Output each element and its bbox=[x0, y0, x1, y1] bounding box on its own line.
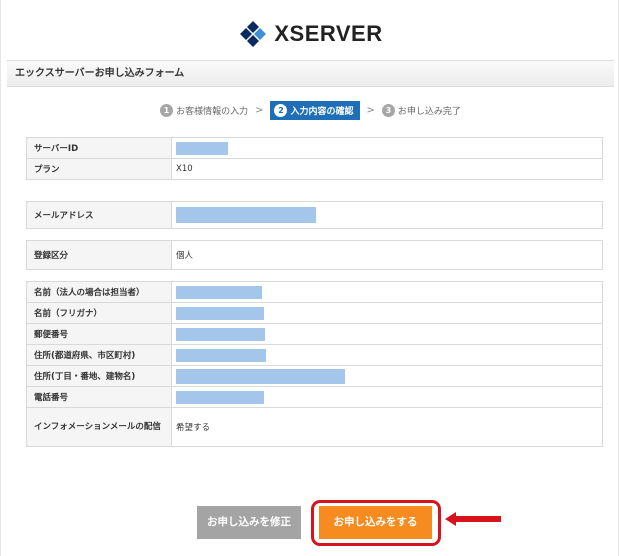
table-row: プラン X10 bbox=[26, 158, 603, 180]
annotation-arrow-icon bbox=[445, 512, 501, 526]
modify-application-button[interactable]: お申し込みを修正 bbox=[197, 506, 301, 539]
field-label: 名前（法人の場合は担当者） bbox=[26, 281, 172, 303]
field-label: 住所(丁目・番地、建物名) bbox=[26, 365, 172, 387]
server-info-table: サーバーID プラン X10 bbox=[26, 137, 603, 180]
redacted-value bbox=[176, 390, 264, 404]
form-title: エックスサーバーお申し込みフォーム bbox=[7, 60, 614, 87]
step-complete: 3 お申し込み完了 bbox=[381, 103, 461, 117]
step-label: 入力内容の確認 bbox=[290, 106, 354, 117]
field-label: 電話番号 bbox=[26, 386, 172, 408]
diamond-cluster-icon bbox=[240, 21, 267, 47]
table-row: 郵便番号 bbox=[26, 323, 603, 345]
field-value bbox=[171, 281, 603, 303]
field-value bbox=[171, 386, 603, 408]
field-label: 郵便番号 bbox=[26, 323, 172, 345]
table-row: 登録区分 個人 bbox=[26, 240, 603, 270]
step-label: お客様情報の入力 bbox=[176, 106, 249, 117]
field-label: 登録区分 bbox=[26, 240, 172, 270]
field-value bbox=[171, 344, 603, 366]
logo-text: XSERVER bbox=[274, 21, 383, 46]
chevron-right-icon: > bbox=[366, 104, 375, 116]
field-value bbox=[171, 365, 603, 387]
table-row: 住所(丁目・番地、建物名) bbox=[26, 365, 603, 387]
action-buttons: お申し込みを修正 お申し込みをする bbox=[1, 500, 619, 546]
redacted-value bbox=[176, 327, 265, 341]
application-page: XSERVER エックスサーバーお申し込みフォーム 1 お客様情報の入力 > 2… bbox=[0, 0, 619, 556]
submit-application-button[interactable]: お申し込みをする bbox=[319, 506, 432, 539]
contact-info-table: 名前（法人の場合は担当者） 名前（フリガナ） 郵便番号 住所(都道府県、市区町村… bbox=[26, 281, 603, 447]
field-label: サーバーID bbox=[26, 137, 172, 159]
field-value bbox=[171, 201, 603, 229]
step-number: 1 bbox=[160, 103, 174, 117]
table-row: 名前（フリガナ） bbox=[26, 302, 603, 324]
table-row: 名前（法人の場合は担当者） bbox=[26, 281, 603, 303]
step-number: 3 bbox=[381, 103, 395, 117]
redacted-value bbox=[176, 207, 316, 223]
redacted-value bbox=[176, 141, 228, 155]
step-label: お申し込み完了 bbox=[397, 106, 461, 117]
redacted-value bbox=[176, 348, 266, 362]
table-row: 電話番号 bbox=[26, 386, 603, 408]
progress-steps: 1 お客様情報の入力 > 2 入力内容の確認 > 3 お申し込み完了 bbox=[1, 97, 619, 123]
field-label: プラン bbox=[26, 158, 172, 180]
chevron-right-icon: > bbox=[255, 104, 264, 116]
table-row: メールアドレス bbox=[26, 201, 603, 229]
field-value: 個人 bbox=[171, 240, 603, 270]
table-row: 住所(都道府県、市区町村) bbox=[26, 344, 603, 366]
field-label: インフォメーションメールの配信 bbox=[26, 407, 172, 447]
field-value bbox=[171, 302, 603, 324]
field-value bbox=[171, 323, 603, 345]
redacted-value bbox=[176, 368, 345, 384]
field-value bbox=[171, 137, 603, 159]
logo: XSERVER bbox=[1, 14, 619, 54]
table-row: インフォメーションメールの配信 希望する bbox=[26, 407, 603, 447]
field-label: 住所(都道府県、市区町村) bbox=[26, 344, 172, 366]
registration-type-table: 登録区分 個人 bbox=[26, 240, 603, 270]
field-label: メールアドレス bbox=[26, 201, 172, 229]
field-value: 希望する bbox=[171, 407, 603, 447]
field-value: X10 bbox=[171, 158, 603, 180]
step-confirm: 2 入力内容の確認 bbox=[270, 100, 360, 120]
email-table: メールアドレス bbox=[26, 201, 603, 229]
redacted-value bbox=[176, 285, 262, 299]
step-customer-info: 1 お客様情報の入力 bbox=[160, 103, 249, 117]
field-label: 名前（フリガナ） bbox=[26, 302, 172, 324]
redacted-value bbox=[176, 306, 264, 320]
table-row: サーバーID bbox=[26, 137, 603, 159]
step-number: 2 bbox=[274, 103, 288, 117]
